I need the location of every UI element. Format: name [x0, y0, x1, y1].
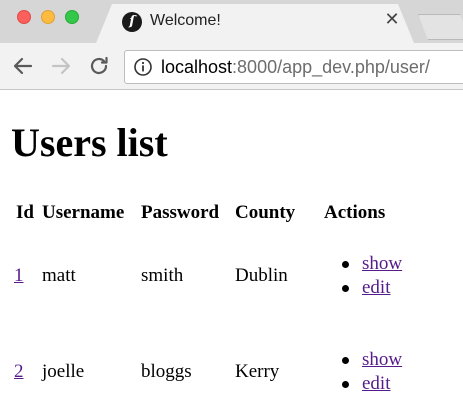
new-tab-button[interactable]	[418, 14, 463, 40]
list-bullet	[342, 285, 349, 292]
browser-tab[interactable]	[96, 4, 414, 43]
zoom-window-button[interactable]	[65, 10, 79, 24]
reload-icon[interactable]	[87, 54, 111, 78]
username-cell: joelle	[42, 361, 85, 382]
page-title: Users list	[11, 120, 168, 165]
column-header-username: Username	[42, 202, 125, 223]
browser-toolbar: localhost:8000/app_dev.php/user/	[0, 43, 463, 90]
show-link[interactable]: show	[362, 349, 402, 371]
edit-link[interactable]: edit	[362, 373, 391, 395]
show-link[interactable]: show	[362, 253, 402, 275]
tab-title: Welcome!	[150, 12, 221, 29]
page-content: Users list Id Username Password County A…	[0, 90, 463, 409]
list-bullet	[342, 381, 349, 388]
column-header-county: County	[235, 202, 296, 223]
browser-titlebar: ſ Welcome! ✕	[0, 0, 463, 43]
address-bar[interactable]: localhost:8000/app_dev.php/user/	[124, 50, 463, 84]
county-cell: Kerry	[235, 361, 280, 382]
list-bullet	[342, 357, 349, 364]
info-icon[interactable]	[133, 57, 153, 77]
symfony-favicon-icon: ſ	[122, 12, 142, 32]
password-cell: bloggs	[141, 361, 192, 382]
forward-arrow-icon[interactable]	[49, 54, 73, 78]
column-header-id: Id	[16, 202, 34, 223]
url-path: :8000/app_dev.php/user/	[232, 57, 430, 77]
column-header-actions: Actions	[324, 202, 386, 223]
username-cell: matt	[42, 265, 76, 286]
column-header-password: Password	[141, 202, 220, 223]
password-cell: smith	[141, 265, 184, 286]
tab-close-icon[interactable]: ✕	[383, 11, 401, 29]
minimize-window-button[interactable]	[41, 10, 55, 24]
url-text[interactable]: localhost:8000/app_dev.php/user/	[161, 56, 430, 78]
county-cell: Dublin	[235, 265, 288, 286]
list-bullet	[342, 261, 349, 268]
user-id-link[interactable]: 1	[14, 265, 24, 287]
url-host: localhost	[161, 57, 233, 77]
back-arrow-icon[interactable]	[11, 54, 35, 78]
close-window-button[interactable]	[17, 10, 31, 24]
edit-link[interactable]: edit	[362, 277, 391, 299]
user-id-link[interactable]: 2	[14, 361, 24, 383]
